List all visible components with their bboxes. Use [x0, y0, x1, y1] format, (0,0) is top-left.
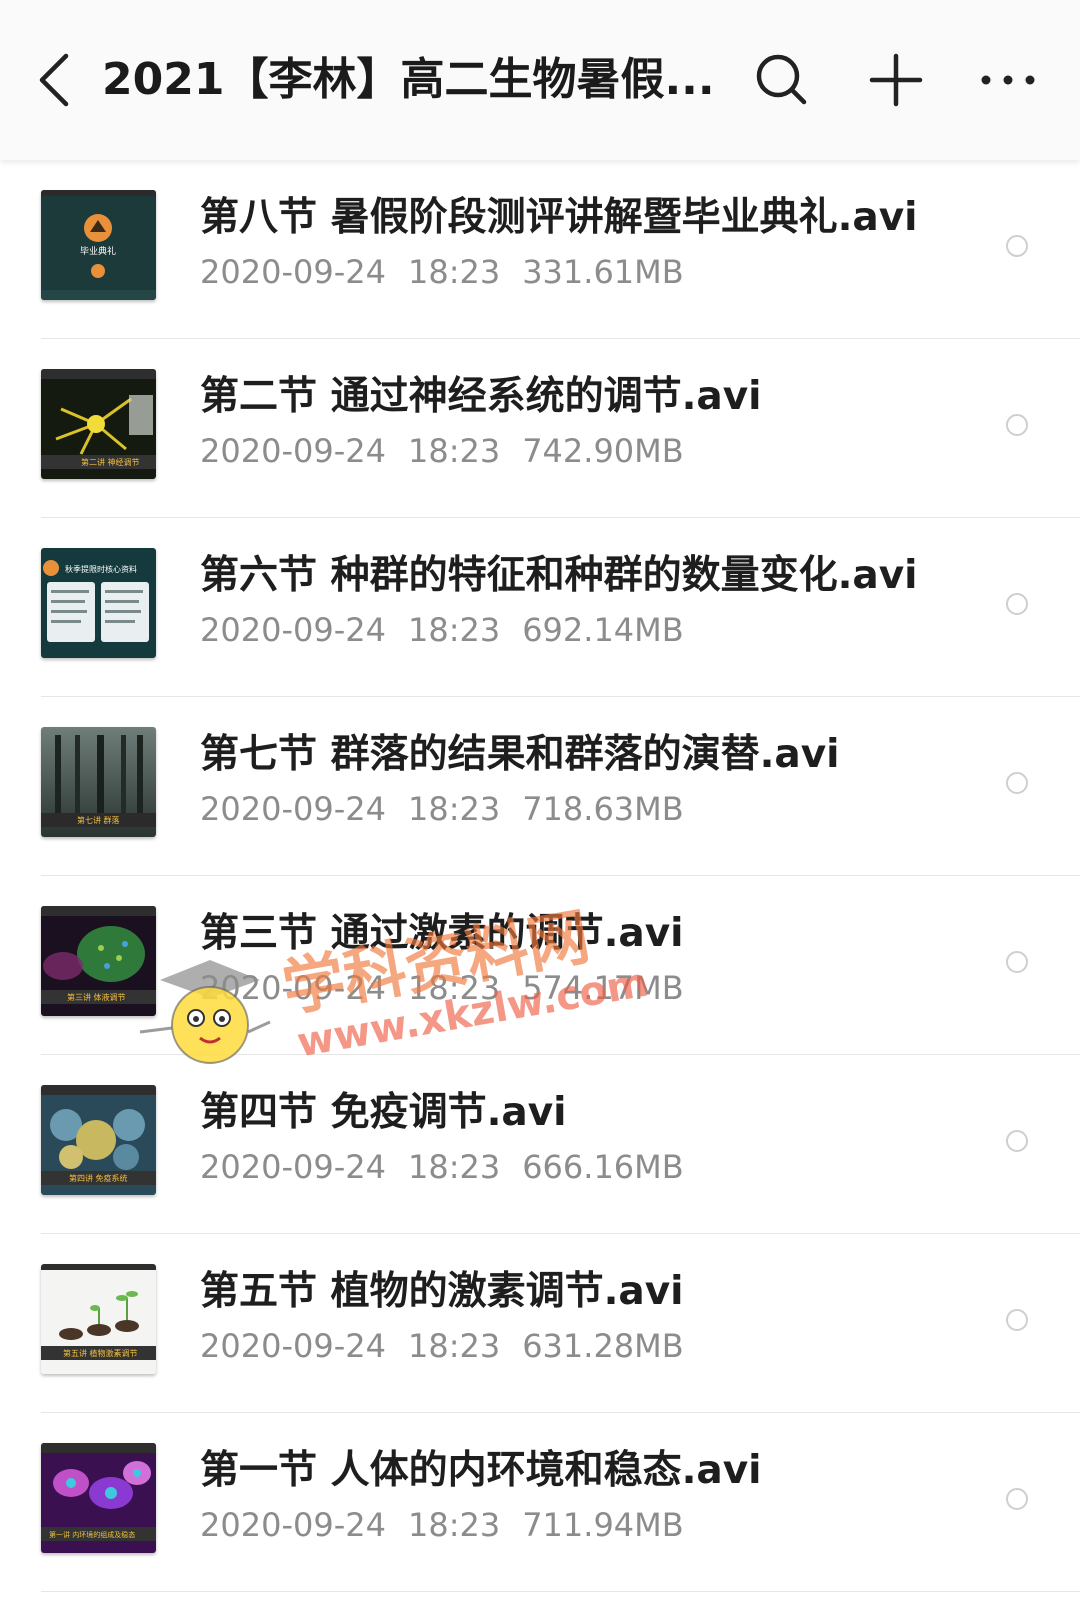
- thumb-caption: 毕业典礼: [80, 245, 116, 257]
- thumb-caption: 第三讲 体液调节: [67, 992, 126, 1002]
- file-date: 2020-09-24: [200, 1506, 386, 1544]
- add-icon[interactable]: [864, 48, 928, 112]
- thumb-caption: 秋季提限时核心资料: [65, 564, 137, 574]
- video-thumbnail: 第五讲 植物激素调节: [41, 1264, 156, 1374]
- video-thumbnail: 毕业典礼: [41, 190, 156, 300]
- file-date: 2020-09-24: [200, 253, 386, 291]
- file-time: 18:23: [407, 1148, 501, 1186]
- video-thumbnail: 第一讲 内环境的组成及稳态: [41, 1443, 156, 1553]
- file-time: 18:23: [407, 611, 501, 649]
- video-thumbnail: 第四讲 免疫系统: [41, 1085, 156, 1195]
- file-name: 第七节 群落的结果和群落的演替.avi: [200, 732, 840, 777]
- file-size: 666.16MB: [522, 1148, 684, 1186]
- file-time: 18:23: [407, 432, 501, 470]
- file-size: 711.94MB: [522, 1506, 684, 1544]
- thumb-caption: 第七讲 群落: [77, 815, 120, 825]
- file-date: 2020-09-24: [200, 611, 386, 649]
- thumb-caption: 第二讲 神经调节: [81, 457, 140, 467]
- file-row[interactable]: 第一讲 内环境的组成及稳态 第一节 人体的内环境和稳态.avi 2020-09-…: [0, 1413, 1080, 1592]
- select-radio[interactable]: [1006, 951, 1028, 973]
- video-thumbnail: 秋季提限时核心资料: [41, 548, 156, 658]
- file-row[interactable]: 第二讲 神经调节 第二节 通过神经系统的调节.avi 2020-09-24 18:…: [0, 339, 1080, 518]
- file-meta: 2020-09-24 18:23 331.61MB: [200, 250, 706, 294]
- file-meta: 2020-09-24 18:23 711.94MB: [200, 1503, 706, 1547]
- file-meta: 2020-09-24 18:23 718.63MB: [200, 787, 706, 831]
- file-meta: 2020-09-24 18:23 742.90MB: [200, 429, 706, 473]
- select-radio[interactable]: [1006, 1309, 1028, 1331]
- file-time: 18:23: [407, 790, 501, 828]
- file-time: 18:23: [407, 1327, 501, 1365]
- video-thumbnail: 第二讲 神经调节: [41, 369, 156, 479]
- file-size: 692.14MB: [522, 611, 684, 649]
- file-time: 18:23: [407, 253, 501, 291]
- file-row[interactable]: 第三讲 体液调节 第三节 通过激素的调节.avi 2020-09-24 18:23…: [0, 876, 1080, 1055]
- file-meta: 2020-09-24 18:23 574.17MB: [200, 966, 706, 1010]
- file-name: 第五节 植物的激素调节.avi: [200, 1269, 684, 1314]
- file-name: 第六节 种群的特征和种群的数量变化.avi: [200, 553, 918, 598]
- page-title: 2021【李林】高二生物暑假...: [102, 54, 715, 105]
- file-name: 第八节 暑假阶段测评讲解暨毕业典礼.avi: [200, 195, 918, 240]
- file-row[interactable]: 毕业典礼 第八节 暑假阶段测评讲解暨毕业典礼.avi 2020-09-24 18:…: [0, 160, 1080, 339]
- back-icon[interactable]: [32, 50, 76, 110]
- select-radio[interactable]: [1006, 1488, 1028, 1510]
- file-time: 18:23: [407, 969, 501, 1007]
- file-row[interactable]: 第五讲 植物激素调节 第五节 植物的激素调节.avi 2020-09-24 18:…: [0, 1234, 1080, 1413]
- thumb-caption: 第五讲 植物激素调节: [63, 1348, 138, 1358]
- file-date: 2020-09-24: [200, 1148, 386, 1186]
- top-app-bar: 2021【李林】高二生物暑假...: [0, 0, 1080, 160]
- file-row[interactable]: 秋季提限时核心资料 第六节 种群的特征和种群的数量变化.avi 2020-09-…: [0, 518, 1080, 697]
- file-date: 2020-09-24: [200, 432, 386, 470]
- select-radio[interactable]: [1006, 1130, 1028, 1152]
- file-name: 第一节 人体的内环境和稳态.avi: [200, 1448, 762, 1493]
- divider: [41, 1591, 1080, 1592]
- search-icon[interactable]: [750, 48, 814, 112]
- video-thumbnail: 第三讲 体液调节: [41, 906, 156, 1016]
- file-row[interactable]: 第七讲 群落 第七节 群落的结果和群落的演替.avi 2020-09-24 18:…: [0, 697, 1080, 876]
- file-name: 第二节 通过神经系统的调节.avi: [200, 374, 762, 419]
- select-radio[interactable]: [1006, 772, 1028, 794]
- file-name: 第三节 通过激素的调节.avi: [200, 911, 684, 956]
- file-size: 331.61MB: [522, 253, 684, 291]
- select-radio[interactable]: [1006, 593, 1028, 615]
- file-meta: 2020-09-24 18:23 692.14MB: [200, 608, 706, 652]
- file-date: 2020-09-24: [200, 1327, 386, 1365]
- file-date: 2020-09-24: [200, 790, 386, 828]
- file-size: 742.90MB: [522, 432, 684, 470]
- file-time: 18:23: [407, 1506, 501, 1544]
- file-row[interactable]: 第四讲 免疫系统 第四节 免疫调节.avi 2020-09-24 18:23 666…: [0, 1055, 1080, 1234]
- file-size: 718.63MB: [522, 790, 684, 828]
- file-list: 毕业典礼 第八节 暑假阶段测评讲解暨毕业典礼.avi 2020-09-24 18:…: [0, 160, 1080, 1592]
- select-radio[interactable]: [1006, 414, 1028, 436]
- thumb-caption: 第四讲 免疫系统: [69, 1173, 128, 1183]
- file-size: 631.28MB: [522, 1327, 684, 1365]
- file-name: 第四节 免疫调节.avi: [200, 1090, 567, 1135]
- file-meta: 2020-09-24 18:23 631.28MB: [200, 1324, 706, 1368]
- file-size: 574.17MB: [522, 969, 684, 1007]
- thumb-caption: 第一讲 内环境的组成及稳态: [49, 1530, 135, 1539]
- select-radio[interactable]: [1006, 235, 1028, 257]
- more-icon[interactable]: [976, 48, 1040, 112]
- file-date: 2020-09-24: [200, 969, 386, 1007]
- video-thumbnail: 第七讲 群落: [41, 727, 156, 837]
- file-meta: 2020-09-24 18:23 666.16MB: [200, 1145, 706, 1189]
